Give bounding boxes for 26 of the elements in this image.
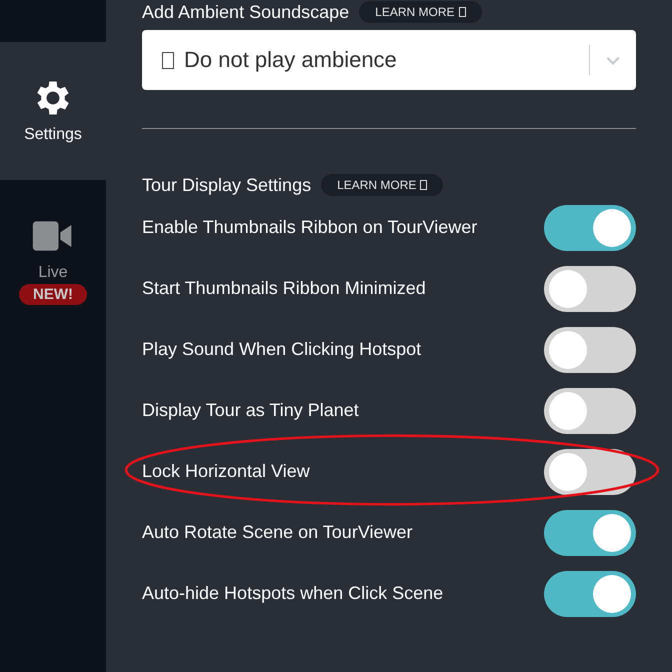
- sidebar-label: Live: [38, 264, 68, 282]
- toggle-switch[interactable]: [544, 266, 636, 312]
- new-badge: NEW!: [19, 284, 87, 305]
- toggle-switch[interactable]: [544, 570, 636, 616]
- sidebar-item[interactable]: Live NEW!: [0, 180, 106, 335]
- toggle-switch[interactable]: [544, 388, 636, 434]
- toggle-switch[interactable]: [544, 204, 636, 250]
- learn-more-button[interactable]: LEARN MORE: [359, 1, 482, 23]
- learn-more-button[interactable]: LEARN MORE: [321, 174, 444, 196]
- sidebar-item[interactable]: Settings: [0, 42, 106, 180]
- setting-label: Enable Thumbnails Ribbon on TourViewer: [142, 217, 478, 238]
- setting-label: Auto Rotate Scene on TourViewer: [142, 522, 413, 543]
- ambience-dropdown[interactable]: Do not play ambience: [142, 30, 636, 90]
- section-title: Add Ambient Soundscape: [142, 2, 350, 22]
- dropdown-value: Do not play ambience: [184, 47, 397, 73]
- section-title: Tour Display Settings: [142, 174, 312, 196]
- toggle-switch[interactable]: [544, 510, 636, 556]
- missing-glyph-icon: [162, 52, 174, 68]
- setting-label: Start Thumbnails Ribbon Minimized: [142, 278, 426, 299]
- setting-label: Lock Horizontal View: [142, 461, 310, 482]
- toggle-switch[interactable]: [544, 448, 636, 494]
- toggle-switch[interactable]: [544, 326, 636, 372]
- setting-label: Auto-hide Hotspots when Click Scene: [142, 583, 444, 604]
- setting-label: Display Tour as Tiny Planet: [142, 400, 359, 421]
- sidebar-label: Settings: [24, 126, 82, 144]
- setting-label: Play Sound When Clicking Hotspot: [142, 339, 422, 360]
